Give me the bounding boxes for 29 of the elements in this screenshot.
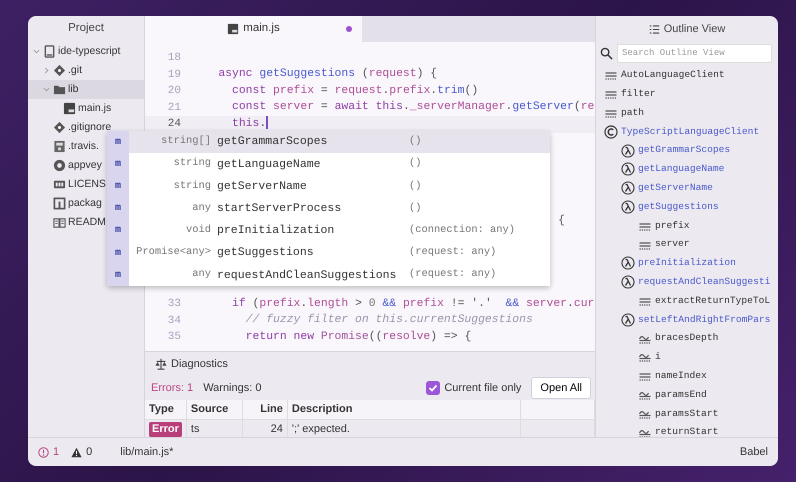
code-line: if (prefix.length > 0 && prefix != '.' && server.cur [231, 296, 594, 312]
line-number: 19 [166, 68, 181, 82]
error-badge: Error [149, 422, 182, 436]
code-line: this. [231, 116, 268, 132]
line-number: 20 [166, 84, 181, 99]
checkbox-label: Current file only [444, 380, 522, 396]
column-header: Line [242, 400, 288, 419]
code-line: const server = await this._serverManager.getServer(re [231, 100, 594, 116]
line-number: 35 [166, 330, 181, 345]
column-header: Description [287, 400, 520, 419]
code-line: async getSuggestions (request) { [217, 66, 438, 82]
panel-title: Diagnostics [171, 356, 228, 372]
line-number: 21 [166, 100, 181, 116]
warning-count: Warnings: 0 [203, 380, 262, 396]
line-number: 24 [166, 117, 181, 132]
code-line: return new Promise((resolve) => { [244, 330, 472, 345]
warning-count: 0 [86, 444, 92, 460]
panel-title: Project [67, 21, 105, 36]
code-fragment: { [558, 214, 565, 228]
panel-title: Outline View [664, 22, 726, 37]
line-number: 34 [166, 314, 181, 328]
column-header: Source [186, 400, 242, 419]
error-count: 1 [53, 444, 60, 460]
error-count: Errors: 1 [151, 380, 194, 396]
line-number: 33 [166, 297, 181, 312]
code-line: // fuzzy filter on this.currentSuggestions [244, 312, 533, 328]
code-line: const prefix = request.prefix.trim() [231, 84, 478, 99]
column-header: Type [145, 400, 186, 419]
line-number: 18 [166, 51, 181, 66]
